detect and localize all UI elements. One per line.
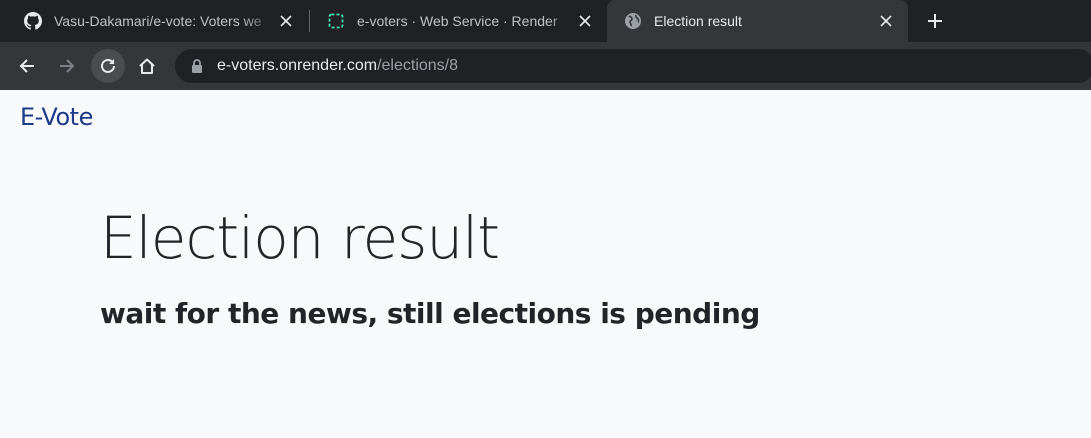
url-host: e-voters.onrender.com	[217, 57, 378, 74]
arrow-right-icon	[60, 59, 75, 73]
tab-render-service[interactable]: e-voters · Web Service · Render	[303, 0, 607, 42]
close-tab-icon[interactable]	[276, 11, 296, 31]
browser-window: Vasu-Dakamari/e-vote: Voters we e-voters…	[0, 0, 1091, 438]
page-title: Election result	[100, 204, 500, 272]
tab-election-result[interactable]: Election result	[607, 0, 908, 42]
tab-github-repo[interactable]: Vasu-Dakamari/e-vote: Voters we	[0, 0, 308, 42]
plus-icon	[928, 14, 942, 28]
tab-title: Vasu-Dakamari/e-vote: Voters we	[54, 13, 262, 29]
lock-icon	[191, 58, 205, 74]
status-message: wait for the news, still elections is pe…	[100, 297, 760, 330]
close-tab-icon[interactable]	[575, 11, 595, 31]
globe-icon	[624, 12, 642, 30]
new-tab-button[interactable]	[922, 8, 948, 34]
address-bar[interactable]: e-voters.onrender.com/elections/8	[175, 49, 1091, 83]
home-button[interactable]	[130, 49, 164, 83]
home-icon	[139, 58, 155, 74]
reload-icon	[101, 58, 115, 73]
close-tab-icon[interactable]	[876, 11, 896, 31]
forward-button[interactable]	[50, 49, 84, 83]
render-icon	[327, 12, 345, 30]
back-button[interactable]	[10, 49, 44, 83]
tab-title: e-voters · Web Service · Render	[357, 13, 558, 29]
reload-button[interactable]	[91, 49, 125, 83]
url-text: e-voters.onrender.com/elections/8	[217, 57, 458, 75]
tab-title: Election result	[654, 13, 742, 29]
toolbar: e-voters.onrender.com/elections/8	[0, 42, 1091, 90]
url-path: /elections/8	[377, 57, 459, 74]
github-icon	[24, 12, 42, 30]
page-content: E-Vote Election result wait for the news…	[0, 90, 1091, 438]
tab-strip: Vasu-Dakamari/e-vote: Voters we e-voters…	[0, 0, 1091, 42]
arrow-left-icon	[19, 59, 34, 73]
brand-link[interactable]: E-Vote	[20, 103, 93, 131]
